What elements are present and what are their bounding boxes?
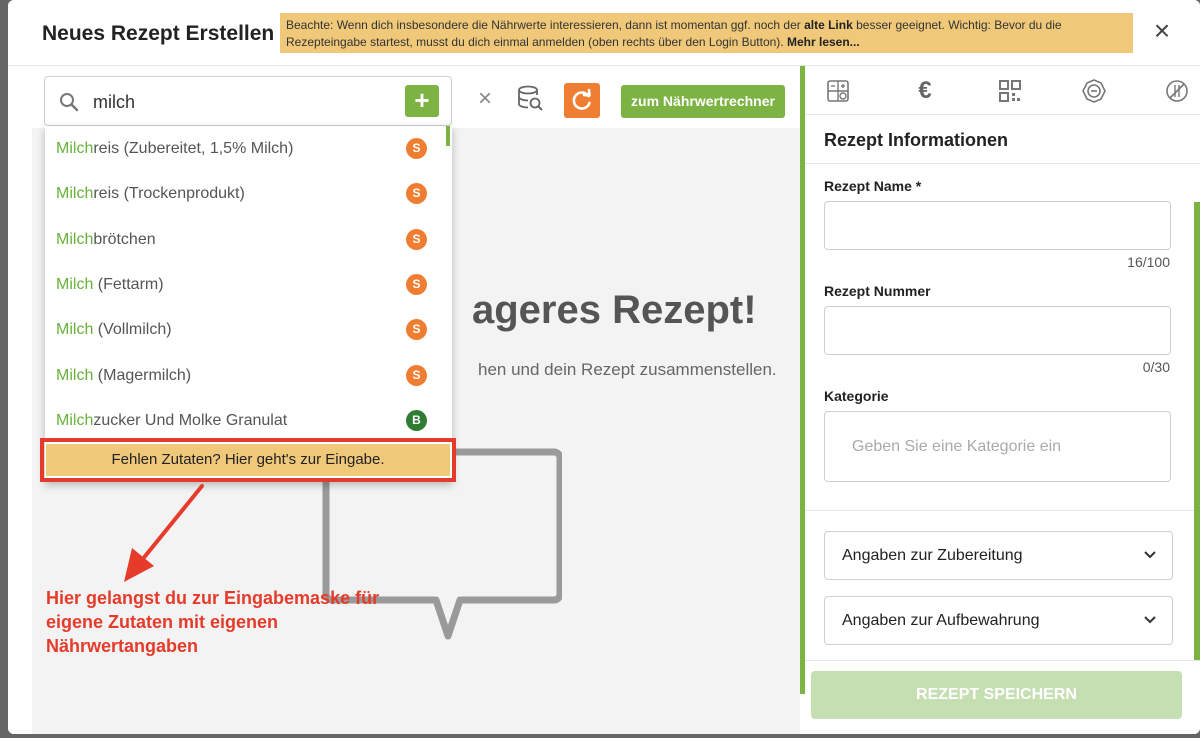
info-notice: Beachte: Wenn dich insbesondere die Nähr…: [280, 13, 1133, 53]
category-input[interactable]: [824, 411, 1171, 482]
list-item[interactable]: Milch (Vollmilch) S: [45, 307, 445, 352]
refresh-icon: [572, 88, 591, 110]
result-name: Milch (Magermilch): [56, 367, 191, 385]
list-item[interactable]: Milchreis (Zubereitet, 1,5% Milch) S: [45, 126, 445, 171]
source-badge: S: [406, 183, 427, 204]
source-badge: B: [406, 410, 427, 431]
modal-header: Neues Rezept Erstellen Beachte: Wenn dic…: [8, 0, 1200, 66]
recipe-number-counter: 0/30: [1142, 359, 1170, 375]
rest-text: zucker Und Molke Granulat: [93, 412, 288, 429]
recipe-name-field[interactable]: [824, 201, 1171, 250]
notice-text-1: Beachte: Wenn dich insbesondere die Nähr…: [286, 18, 801, 32]
match-text: Milch: [56, 140, 94, 157]
category-label: Kategorie: [824, 388, 889, 404]
ingredient-search-box: +: [44, 76, 452, 126]
annotation-arrow-icon: [124, 484, 204, 582]
rest-text: reis (Trockenprodukt): [93, 185, 245, 202]
result-name: Milchbrötchen: [56, 231, 156, 249]
recipe-name-counter: 16/100: [1127, 254, 1170, 270]
preparation-accordion[interactable]: Angaben zur Zubereitung: [824, 531, 1173, 580]
dropdown-scrollbar[interactable]: [446, 126, 450, 146]
panel-header: Rezept Informationen: [805, 114, 1200, 164]
list-item[interactable]: Milchbrötchen S: [45, 217, 445, 262]
divider: [805, 660, 1200, 661]
storage-accordion[interactable]: Angaben zur Aufbewahrung: [824, 596, 1173, 645]
divider: [805, 510, 1194, 511]
panel-title: Rezept Informationen: [824, 130, 1009, 150]
list-item[interactable]: Milch (Fettarm) S: [45, 262, 445, 307]
recipe-number-label: Rezept Nummer: [824, 283, 931, 299]
search-icon: [60, 93, 79, 112]
preparation-accordion-label: Angaben zur Zubereitung: [842, 547, 1023, 564]
panel-scrollbar[interactable]: [1194, 202, 1200, 660]
search-results-dropdown: Milchreis (Zubereitet, 1,5% Milch) S Mil…: [45, 126, 452, 482]
clear-search-icon[interactable]: ×: [474, 87, 496, 111]
rest-text: reis (Zubereitet, 1,5% Milch): [93, 140, 294, 157]
match-text: Milch: [56, 321, 94, 338]
panel-tabs: €: [805, 66, 1200, 114]
read-more-link[interactable]: Mehr lesen...: [787, 35, 860, 49]
missing-ingredients-button[interactable]: Fehlen Zutaten? Hier geht's zur Eingabe.: [46, 444, 450, 476]
recipe-builder-area: ageres Rezept! hen und dein Rezept zusam…: [8, 66, 800, 734]
empty-state-subtitle: hen und dein Rezept zusammenstellen.: [478, 360, 777, 379]
rest-text: (Magermilch): [93, 367, 192, 384]
source-badge: S: [406, 274, 427, 295]
close-icon[interactable]: ×: [1149, 17, 1175, 45]
calculator-icon[interactable]: [825, 78, 851, 104]
source-badge: S: [406, 319, 427, 340]
source-badge: S: [406, 365, 427, 386]
nutrition-calculator-button[interactable]: zum Nährwertrechner: [621, 85, 785, 118]
match-text: Milch: [56, 367, 94, 384]
refresh-button[interactable]: [564, 83, 600, 118]
match-text: Milch: [56, 185, 94, 202]
rest-text: brötchen: [93, 231, 156, 248]
list-item[interactable]: Milch (Magermilch) S: [45, 353, 445, 398]
match-text: Milch: [56, 412, 94, 429]
result-name: Milch (Vollmilch): [56, 321, 172, 339]
save-recipe-button[interactable]: REZEPT SPEICHERN: [811, 671, 1182, 719]
old-link[interactable]: alte Link: [804, 18, 853, 32]
add-ingredient-button[interactable]: +: [405, 85, 439, 117]
match-text: Milch: [56, 231, 94, 248]
result-name: Milchreis (Zubereitet, 1,5% Milch): [56, 140, 293, 158]
rest-text: (Fettarm): [93, 276, 164, 293]
no-allergen-icon[interactable]: [1164, 78, 1190, 104]
recipe-name-label: Rezept Name *: [824, 178, 922, 194]
modal-title: Neues Rezept Erstellen: [42, 22, 275, 45]
result-name: Milchzucker Und Molke Granulat: [56, 412, 287, 430]
annotation-text: Hier gelangst du zur Eingabemaske für ei…: [46, 588, 380, 656]
list-item[interactable]: Milchreis (Trockenprodukt) S: [45, 171, 445, 216]
database-search-icon[interactable]: [516, 84, 544, 112]
rest-text: (Vollmilch): [93, 321, 172, 338]
storage-accordion-label: Angaben zur Aufbewahrung: [842, 612, 1040, 629]
source-badge: S: [406, 138, 427, 159]
qr-code-icon[interactable]: [997, 78, 1023, 104]
result-name: Milch (Fettarm): [56, 276, 164, 294]
result-name: Milchreis (Trockenprodukt): [56, 185, 245, 203]
settings-icon[interactable]: [1081, 78, 1107, 104]
empty-state-title: ageres Rezept!: [472, 288, 757, 332]
recipe-number-field[interactable]: [824, 306, 1171, 355]
source-badge: S: [406, 229, 427, 250]
match-text: Milch: [56, 276, 94, 293]
chevron-down-icon: [1144, 616, 1156, 624]
recipe-info-panel: € Rezept Informationen Rezept Name * 16/…: [805, 66, 1200, 734]
euro-icon[interactable]: €: [912, 78, 938, 104]
list-item[interactable]: Milchzucker Und Molke Granulat B: [45, 398, 445, 443]
chevron-down-icon: [1144, 551, 1156, 559]
ingredient-search-input[interactable]: [93, 89, 393, 115]
recipe-modal: Neues Rezept Erstellen Beachte: Wenn dic…: [8, 0, 1200, 734]
